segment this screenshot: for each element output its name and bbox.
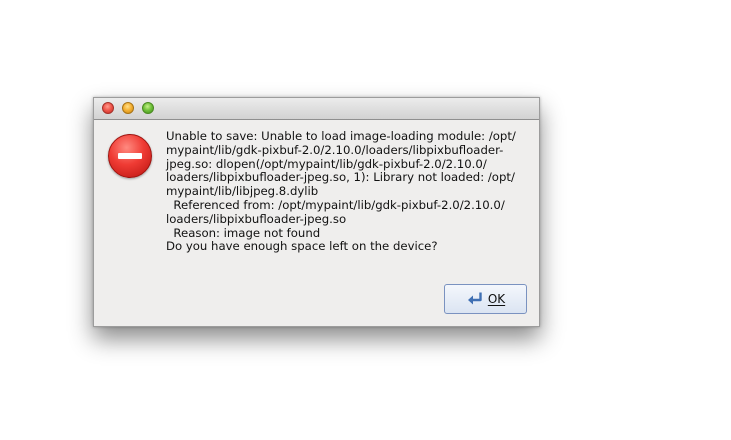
dialog-content: Unable to save: Unable to load image-loa… [94,120,539,326]
ok-button[interactable]: OK [444,284,527,314]
title-bar[interactable] [94,98,539,120]
enter-icon [467,292,482,305]
zoom-window-button[interactable] [142,102,154,114]
error-message: Unable to save: Unable to load image-loa… [166,129,516,254]
stop-icon [108,134,152,178]
error-dialog: Unable to save: Unable to load image-loa… [93,97,540,327]
ok-button-label: OK [487,292,506,306]
close-window-button[interactable] [102,102,114,114]
minimize-window-button[interactable] [122,102,134,114]
